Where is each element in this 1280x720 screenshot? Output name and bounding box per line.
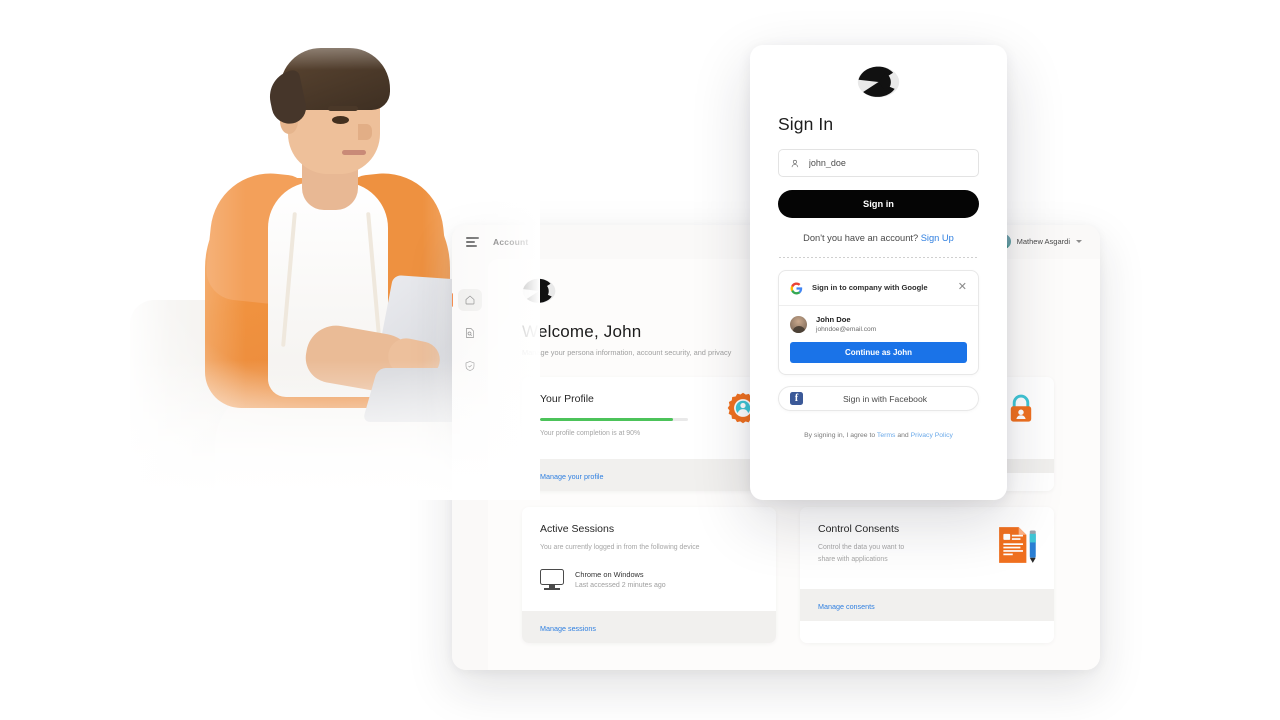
card-control-consents: Control Consents Control the data you wa… [800, 507, 1054, 643]
legal-prefix: By signing in, I agree to [804, 432, 876, 439]
manage-consents-link[interactable]: Manage consents [818, 602, 875, 611]
card-footer: Manage sessions [522, 611, 776, 643]
google-account-row: John Doe johndoe@email.com Continue as J… [779, 306, 978, 374]
sidebar-item-home[interactable] [452, 289, 482, 311]
monitor-icon [540, 569, 564, 590]
card-subtitle: Your profile completion is at 90% [540, 430, 641, 437]
legal-text: By signing in, I agree to Terms and Priv… [778, 432, 979, 439]
shield-check-icon [465, 361, 475, 371]
sign-up-link[interactable]: Sign Up [921, 233, 954, 243]
document-pen-icon [994, 525, 1040, 570]
legal-and: and [897, 432, 909, 439]
facebook-label: Sign in with Facebook [842, 393, 928, 404]
document-search-icon [466, 328, 474, 338]
facebook-signin-button[interactable]: f Sign in with Facebook [778, 386, 979, 411]
no-account-text: Don't you have an account? [803, 233, 919, 243]
google-signin-card: Sign in to company with Google ✕ John Do… [778, 270, 979, 375]
session-row: Chrome on Windows Last accessed 2 minute… [540, 569, 758, 590]
profile-progress-fill [540, 418, 674, 421]
card-title: Active Sessions [540, 523, 615, 535]
divider [778, 257, 979, 258]
user-menu[interactable]: Mathew Asgardi [995, 234, 1082, 249]
sign-in-modal: Sign In Sign in Don't you have an accoun… [750, 45, 1007, 500]
profile-progress-bar [540, 418, 688, 421]
dashboard-title: Account [493, 237, 529, 247]
modal-logo-wrap [778, 64, 979, 100]
sidebar-item-security[interactable] [458, 355, 482, 377]
home-icon [465, 295, 475, 305]
card-your-profile: Your Profile Your profile completion is … [522, 377, 776, 491]
card-footer: Manage your profile [522, 459, 776, 491]
sign-in-heading: Sign In [778, 114, 834, 134]
terms-link[interactable]: Terms [877, 432, 896, 439]
brand-logo [522, 278, 556, 304]
lock-profile-icon [1004, 391, 1038, 430]
google-account-email: johndoe@email.com [816, 326, 877, 333]
user-icon [791, 159, 799, 167]
page-root: Account Mathew Asgardi Welcome, John Man… [0, 0, 1280, 720]
avatar [790, 315, 807, 333]
sidebar-rail [452, 259, 488, 670]
sign-in-button[interactable]: Sign in [778, 190, 979, 218]
facebook-icon: f [790, 392, 803, 405]
device-name: Chrome on Windows [575, 569, 644, 579]
device-meta: Last accessed 2 minutes ago [575, 581, 666, 589]
google-account-name: John Doe [816, 315, 851, 324]
sidebar-item-activity[interactable] [458, 322, 482, 344]
google-prompt-row: Sign in to company with Google ✕ [779, 271, 978, 306]
hamburger-icon[interactable] [466, 237, 479, 247]
google-g-icon [790, 282, 803, 295]
manage-sessions-link[interactable]: Manage sessions [540, 624, 596, 633]
google-prompt-text: Sign in to company with Google [812, 283, 928, 292]
no-account-row: Don't you have an account? Sign Up [778, 233, 979, 243]
manage-your-profile-link[interactable]: Manage your profile [540, 472, 604, 481]
card-footer: Manage consents [800, 589, 1054, 621]
username-field[interactable] [778, 149, 979, 177]
brand-logo [857, 66, 900, 98]
chevron-down-icon [1076, 240, 1082, 243]
username-input[interactable] [808, 158, 967, 168]
close-icon[interactable]: ✕ [958, 282, 967, 293]
card-active-sessions: Active Sessions You are currently logged… [522, 507, 776, 643]
card-subtitle: You are currently logged in from the fol… [540, 544, 700, 551]
user-name: Mathew Asgardi [1016, 237, 1070, 246]
privacy-policy-link[interactable]: Privacy Policy [911, 432, 953, 439]
continue-as-john-button[interactable]: Continue as John [790, 342, 967, 363]
